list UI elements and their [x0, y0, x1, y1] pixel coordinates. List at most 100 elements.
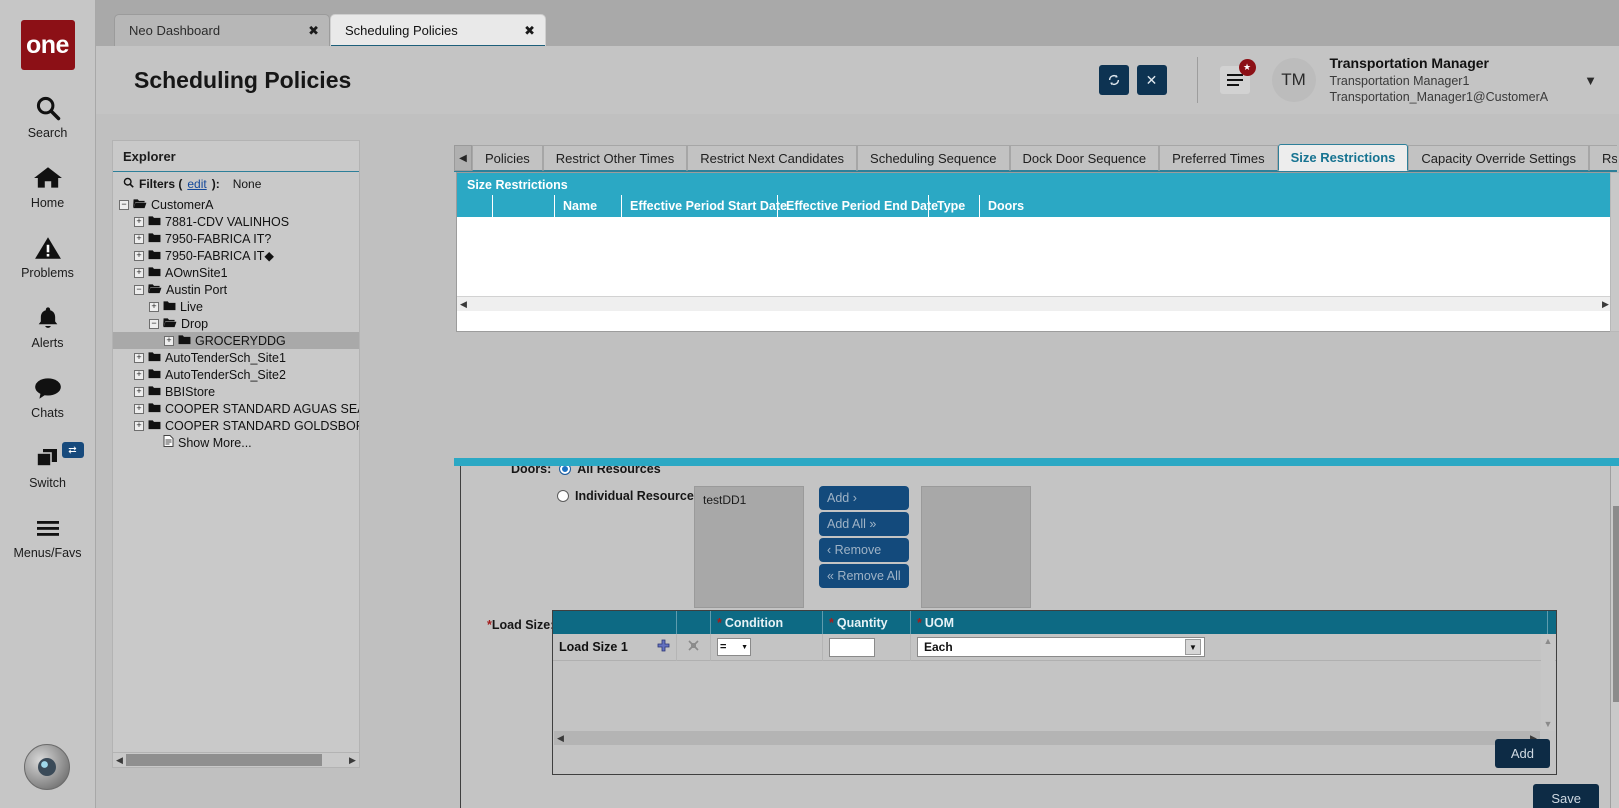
tab-preferred-times[interactable]: Preferred Times — [1159, 145, 1277, 171]
chevron-down-icon[interactable]: ▼ — [741, 644, 748, 651]
tree-item[interactable]: +COOPER STANDARD AGUAS SEALING ( — [113, 400, 359, 417]
expand-icon[interactable]: + — [149, 302, 159, 312]
expand-icon[interactable]: + — [134, 234, 144, 244]
scroll-left-icon[interactable]: ◀ — [113, 755, 126, 766]
quantity-input[interactable] — [829, 638, 875, 657]
expand-icon[interactable]: + — [134, 217, 144, 227]
explorer-filters[interactable]: Filters ( edit ): None — [113, 172, 359, 196]
explorer-hscrollbar[interactable]: ◀ ▶ — [113, 752, 359, 767]
rail-item-switch[interactable]: ⇄ Switch — [0, 442, 96, 490]
load-size-column-header[interactable]: *UOM — [911, 611, 1548, 634]
tree-item[interactable]: Show More... — [113, 434, 359, 451]
grid-outer-scrollbar[interactable] — [1610, 172, 1619, 332]
tab-scheduling-sequence[interactable]: Scheduling Sequence — [857, 145, 1010, 171]
filters-edit-link[interactable]: edit — [187, 177, 206, 191]
expand-icon[interactable]: + — [134, 421, 144, 431]
tab-capacity-override-settings[interactable]: Capacity Override Settings — [1408, 145, 1589, 171]
tree-item[interactable]: +GROCERYDDG — [113, 332, 359, 349]
load-size-column-header[interactable] — [553, 611, 677, 634]
tab-size-restrictions[interactable]: Size Restrictions — [1278, 144, 1409, 171]
expand-icon[interactable]: + — [134, 404, 144, 414]
scroll-down-icon[interactable]: ▼ — [1544, 717, 1553, 731]
notifications-menu[interactable]: ★ — [1220, 66, 1250, 94]
grid-column-header[interactable]: Name — [555, 195, 622, 217]
rail-item-problems[interactable]: Problems — [0, 232, 96, 280]
condition-select[interactable]: = ▼ — [717, 638, 751, 656]
uom-select[interactable]: Each ▼ — [917, 637, 1205, 657]
close-button[interactable]: ✕ — [1137, 65, 1167, 95]
selected-resources-listbox[interactable] — [921, 486, 1031, 608]
delete-icon[interactable] — [687, 639, 700, 655]
load-size-vscrollbar[interactable]: ▲ ▼ — [1541, 634, 1555, 731]
tree-item[interactable]: +7881-CDV VALINHOS — [113, 213, 359, 230]
rail-item-menus-favs[interactable]: Menus/Favs — [0, 512, 96, 560]
grid-column-header[interactable] — [457, 195, 493, 217]
chevron-down-icon[interactable]: ▼ — [1584, 73, 1597, 88]
add-resource-button[interactable]: Add › — [819, 486, 909, 510]
scrollbar-thumb[interactable] — [1613, 506, 1619, 702]
avatar[interactable]: TM — [1272, 58, 1316, 102]
tree-item[interactable]: −Drop — [113, 315, 359, 332]
explorer-tree[interactable]: −CustomerA+7881-CDV VALINHOS+7950-FABRIC… — [113, 196, 359, 752]
form-vscrollbar[interactable] — [1610, 466, 1619, 808]
rail-avatar[interactable] — [24, 744, 70, 790]
scrollbar-thumb[interactable] — [126, 754, 322, 766]
grid-column-header[interactable]: Effective Period End Date — [778, 195, 929, 217]
tree-item[interactable]: +Live — [113, 298, 359, 315]
load-size-column-header[interactable]: *Condition — [711, 611, 823, 634]
expand-icon[interactable]: + — [134, 268, 144, 278]
tree-item[interactable]: +AOwnSite1 — [113, 264, 359, 281]
add-button[interactable]: Add — [1495, 739, 1550, 768]
brand-logo[interactable]: one — [21, 20, 75, 70]
close-icon[interactable]: ✖ — [290, 24, 319, 37]
expand-icon[interactable]: + — [134, 251, 144, 261]
rail-item-search[interactable]: Search — [0, 92, 96, 140]
load-size-column-header[interactable]: *Quantity — [823, 611, 911, 634]
collapse-icon[interactable]: − — [119, 200, 129, 210]
refresh-button[interactable] — [1099, 65, 1129, 95]
tab-dock-door-sequence[interactable]: Dock Door Sequence — [1010, 145, 1160, 171]
list-item[interactable]: testDD1 — [703, 493, 795, 507]
tab-restrict-other-times[interactable]: Restrict Other Times — [543, 145, 687, 171]
radio-all-resources[interactable] — [559, 466, 571, 475]
tree-item[interactable]: +BBIStore — [113, 383, 359, 400]
close-icon[interactable]: ✖ — [506, 24, 535, 37]
add-all-resources-button[interactable]: Add All » — [819, 512, 909, 536]
grid-column-header[interactable]: Effective Period Start Date — [622, 195, 778, 217]
scroll-left-icon[interactable]: ◀ — [554, 733, 567, 744]
scroll-left-icon[interactable]: ◀ — [457, 299, 470, 310]
tree-item[interactable]: +AutoTenderSch_Site1 — [113, 349, 359, 366]
tree-item[interactable]: +7950-FABRICA IT◆ — [113, 247, 359, 264]
collapse-icon[interactable]: − — [134, 285, 144, 295]
tree-item[interactable]: +COOPER STANDARD GOLDSBORO — [113, 417, 359, 434]
grid-column-header[interactable]: Type — [929, 195, 980, 217]
tab-rsvn-lead[interactable]: Rsvn Lead — [1589, 145, 1617, 171]
scroll-right-icon[interactable]: ▶ — [346, 755, 359, 766]
switch-badge-icon[interactable]: ⇄ — [62, 442, 84, 458]
rail-item-alerts[interactable]: Alerts — [0, 302, 96, 350]
tab-restrict-next-candidates[interactable]: Restrict Next Candidates — [687, 145, 857, 171]
expand-icon[interactable]: + — [134, 370, 144, 380]
remove-all-resources-button[interactable]: « Remove All — [819, 564, 909, 588]
scroll-up-icon[interactable]: ▲ — [1544, 634, 1553, 648]
available-resources-listbox[interactable]: testDD1 — [694, 486, 804, 608]
save-button[interactable]: Save — [1533, 784, 1599, 808]
chevron-down-icon[interactable]: ▼ — [1185, 639, 1201, 655]
rail-item-home[interactable]: Home — [0, 162, 96, 210]
load-size-column-header[interactable] — [677, 611, 711, 634]
browser-tab-scheduling-policies[interactable]: Scheduling Policies ✖ — [330, 14, 546, 46]
tree-item[interactable]: −Austin Port — [113, 281, 359, 298]
radio-individual-resources[interactable] — [557, 490, 569, 502]
grid-column-header[interactable] — [493, 195, 555, 217]
plus-icon[interactable] — [657, 639, 670, 655]
collapse-icon[interactable]: − — [149, 319, 159, 329]
expand-icon[interactable]: + — [134, 387, 144, 397]
table-row[interactable]: Load Size 1 = ▼ — [553, 634, 1556, 661]
tabstrip-scroll-left[interactable]: ◀ — [454, 145, 472, 171]
remove-resource-button[interactable]: ‹ Remove — [819, 538, 909, 562]
expand-icon[interactable]: + — [164, 336, 174, 346]
browser-tab-neo-dashboard[interactable]: Neo Dashboard ✖ — [114, 14, 330, 46]
tab-policies[interactable]: Policies — [472, 145, 543, 171]
load-size-hscrollbar[interactable]: ◀ ▶ — [554, 731, 1540, 745]
grid-column-header[interactable]: Doors — [980, 195, 1619, 217]
